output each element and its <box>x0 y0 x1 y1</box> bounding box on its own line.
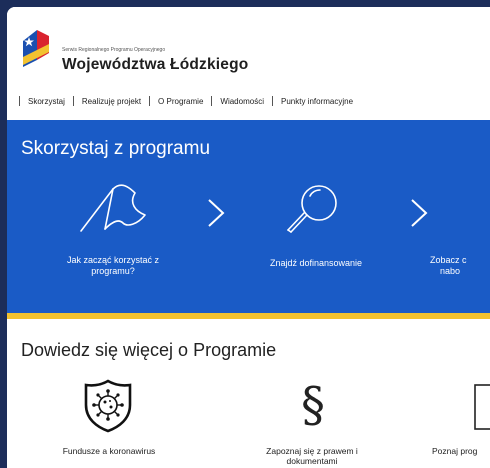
learn-more-title: Dowiedz się więcej o Programie <box>21 340 277 360</box>
main-nav: Skorzystaj Realizuję projekt O Programie… <box>7 91 490 111</box>
flag-icon[interactable] <box>77 179 153 235</box>
site-subtitle: Serwis Regionalnego Programu Operacyjneg… <box>62 47 166 53</box>
nav-item-realizuje-projekt[interactable]: Realizuję projekt <box>82 97 141 106</box>
nav-divider <box>271 96 273 106</box>
site-title[interactable]: Województwa Łódzkiego <box>62 56 248 74</box>
program-section: Skorzystaj z programu Jak zacząć korzyst… <box>7 120 490 313</box>
step-label-calls[interactable]: Zobacz c nabo <box>430 255 490 277</box>
nav-item-skorzystaj[interactable]: Skorzystaj <box>28 97 65 106</box>
eu-funds-logo[interactable] <box>20 27 52 69</box>
virus-shield-icon[interactable] <box>83 379 133 433</box>
item-label-covid-funds-line1: Fundusze a koronawirus <box>62 446 156 456</box>
nav-divider <box>19 96 20 106</box>
document-icon[interactable] <box>473 383 490 431</box>
step-label-start-line1: Jak zacząć korzystać z <box>66 255 160 265</box>
paragraph-icon[interactable]: § <box>293 375 333 435</box>
nav-divider <box>211 96 213 106</box>
nav-item-o-programie[interactable]: O Programie <box>158 97 203 106</box>
magnifier-icon[interactable] <box>283 182 343 238</box>
item-label-covid-funds[interactable]: Fundusze a koronawirus <box>39 446 179 456</box>
item-label-law-documents-line2: dokumentami <box>286 456 338 466</box>
item-label-law-documents-line1: Zapoznaj się z prawem i <box>266 446 358 456</box>
nav-divider <box>149 96 151 106</box>
step-label-find-funding-line1: Znajdź dofinansowanie <box>269 258 363 268</box>
program-section-title: Skorzystaj z programu <box>21 138 211 159</box>
step-label-start[interactable]: Jak zacząć korzystać z programu? <box>47 255 179 277</box>
chevron-right-icon <box>208 199 225 227</box>
step-label-calls-line1: Zobacz c <box>430 255 467 265</box>
site-header: Serwis Regionalnego Programu Operacyjneg… <box>7 7 490 87</box>
step-label-start-line2: programu? <box>91 266 135 276</box>
step-label-calls-line2: nabo <box>440 266 461 276</box>
item-label-law-documents[interactable]: Zapoznaj się z prawem i dokumentami <box>237 446 387 466</box>
nav-item-wiadomosci[interactable]: Wiadomości <box>220 97 264 106</box>
learn-more-section: Dowiedz się więcej o Programie Fundusze … <box>7 319 490 468</box>
nav-item-punkty-informacyjne[interactable]: Punkty informacyjne <box>281 97 353 106</box>
item-label-program[interactable]: Poznaj prog <box>432 446 490 456</box>
item-label-program-line1: Poznaj prog <box>432 446 478 456</box>
browser-page: Serwis Regionalnego Programu Operacyjneg… <box>7 7 490 468</box>
nav-divider <box>72 96 74 106</box>
step-label-find-funding[interactable]: Znajdź dofinansowanie <box>250 258 382 269</box>
chevron-right-icon <box>411 199 428 227</box>
